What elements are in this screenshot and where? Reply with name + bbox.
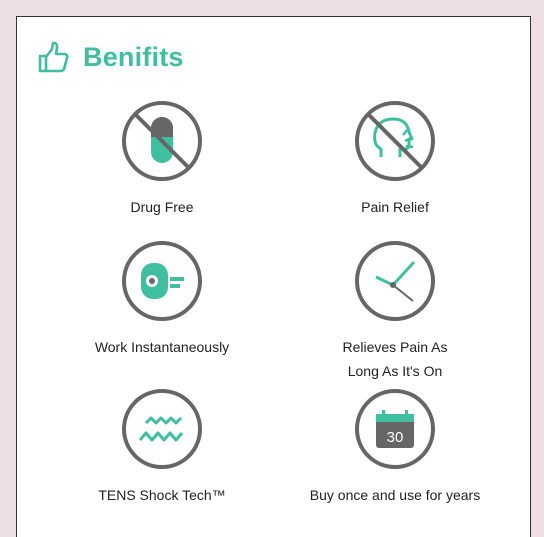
- benefits-panel: Benifits Drug Free Pain Relief Work Inst…: [16, 16, 531, 537]
- clock-icon: [275, 239, 515, 323]
- benefit-label: Drug Free: [130, 199, 194, 215]
- no-pill-icon: [42, 99, 282, 183]
- benefit-label: Relieves Pain As Long As It's On: [342, 339, 448, 379]
- benefit-drug-free: Drug Free: [42, 99, 282, 219]
- benefit-label: TENS Shock Tech™: [98, 487, 226, 503]
- calendar-icon: 30: [275, 387, 515, 471]
- wave-icon: [42, 387, 282, 471]
- page-title: Benifits: [83, 41, 184, 72]
- benefit-buy-once: 30 Buy once and use for years: [275, 387, 515, 507]
- benefits-header: Benifits: [37, 37, 184, 77]
- benefit-label: Buy once and use for years: [309, 487, 481, 503]
- benefit-relieves-pain: Relieves Pain As Long As It's On: [275, 239, 515, 383]
- no-pain-head-icon: [275, 99, 515, 183]
- benefit-tens-shock-tech: TENS Shock Tech™: [42, 387, 282, 507]
- benefit-work-instantaneously: Work Instantaneously: [42, 239, 282, 359]
- device-icon: [42, 239, 282, 323]
- benefit-label: Pain Relief: [361, 199, 429, 215]
- calendar-number: 30: [387, 429, 404, 446]
- thumbs-up-icon: [37, 40, 69, 74]
- benefit-pain-relief: Pain Relief: [275, 99, 515, 219]
- benefit-label: Work Instantaneously: [94, 339, 230, 355]
